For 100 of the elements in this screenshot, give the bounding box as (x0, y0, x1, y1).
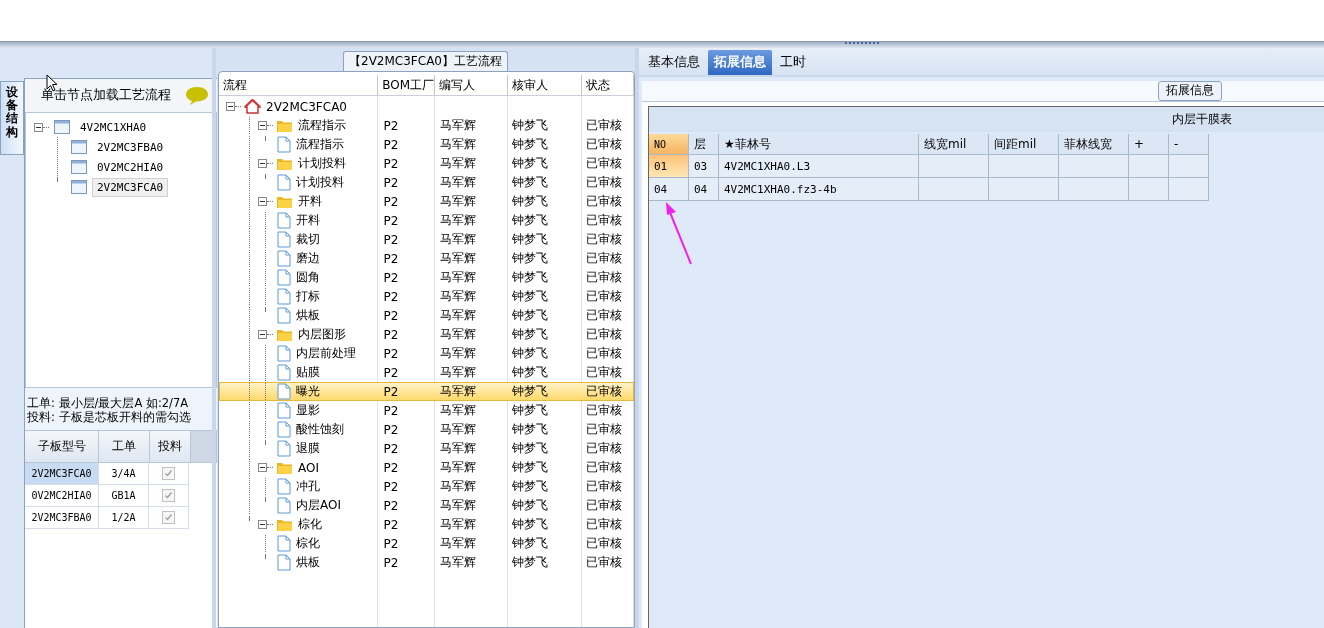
document-icon (277, 345, 291, 362)
checkbox[interactable] (162, 489, 175, 502)
collapse-icon[interactable] (258, 121, 267, 130)
table-cell[interactable]: 4V2MC1XHA0.L3 (719, 155, 919, 178)
tree-row[interactable]: 烘板 P2 马军辉 钟梦飞 已审核 (219, 553, 634, 572)
side-tab[interactable]: 设备结构 (0, 81, 24, 155)
table-cell[interactable] (1169, 155, 1209, 178)
tree-row[interactable]: 内层AOI P2 马军辉 钟梦飞 已审核 (219, 496, 634, 515)
table-cell[interactable] (989, 178, 1059, 201)
table-cell[interactable]: 0V2MC2HIA0 (25, 485, 99, 507)
tab[interactable]: 基本信息 (642, 50, 706, 75)
document-icon (277, 231, 291, 248)
column-header[interactable]: 核审人 (507, 75, 583, 95)
table-cell[interactable]: 2V2MC3FBA0 (25, 507, 99, 529)
table-cell-text: 马军辉 (438, 155, 477, 172)
tree-row[interactable]: 显影 P2 马军辉 钟梦飞 已审核 (219, 401, 634, 420)
table-cell[interactable]: 01 (649, 155, 689, 178)
table-cell[interactable] (919, 178, 989, 201)
table-cell-text: 钟梦飞 (511, 364, 550, 381)
collapse-icon[interactable] (258, 197, 267, 206)
tree-row[interactable]: 裁切 P2 马军辉 钟梦飞 已审核 (219, 230, 634, 249)
step-name: 计划投料 (298, 155, 346, 172)
document-icon (277, 402, 291, 419)
table-cell-text: 已审核 (585, 269, 624, 286)
tree-row[interactable]: 开料 P2 马军辉 钟梦飞 已审核 (219, 192, 634, 211)
table-cell[interactable]: 04 (689, 178, 719, 201)
column-header[interactable]: 状态 (582, 75, 634, 95)
column-header[interactable]: 流程 (219, 75, 379, 95)
tree-row[interactable]: 打标 P2 马军辉 钟梦飞 已审核 (219, 287, 634, 306)
document-icon (277, 174, 291, 191)
tree-row[interactable]: 2V2MC3FCA0 (219, 97, 634, 116)
table-cell[interactable]: 04 (649, 178, 689, 201)
table-cell[interactable] (1129, 178, 1169, 201)
tree-item[interactable]: 2V2MC3FCA0 (92, 177, 169, 197)
column-header[interactable]: + (1129, 134, 1169, 155)
tree-row[interactable]: 烘板 P2 马军辉 钟梦飞 已审核 (219, 306, 634, 325)
column-header[interactable]: 层 (689, 134, 719, 155)
checkbox[interactable] (162, 467, 175, 480)
table-cell[interactable] (1059, 155, 1129, 178)
tree-item[interactable]: 0V2MC2HIA0 (92, 157, 169, 177)
column-header[interactable]: 间距mil (989, 134, 1059, 155)
table-cell-text: 马军辉 (438, 193, 477, 210)
table-cell-text: P2 (382, 175, 400, 190)
table-cell-text: 马军辉 (438, 136, 477, 153)
document-icon (277, 307, 291, 324)
hint-text: 单击节点加载工艺流程 (41, 87, 171, 104)
tree-row[interactable]: 退膜 P2 马军辉 钟梦飞 已审核 (219, 439, 634, 458)
column-header[interactable]: NO (649, 134, 689, 155)
column-header[interactable]: ★菲林号 (719, 134, 919, 155)
table-cell[interactable] (1169, 178, 1209, 201)
tab[interactable]: 拓展信息 (708, 50, 772, 75)
tree-item[interactable]: 4V2MC1XHA0 (75, 117, 152, 137)
document-icon (277, 535, 291, 552)
tree-row[interactable]: 贴膜 P2 马军辉 钟梦飞 已审核 (219, 363, 634, 382)
tree-row[interactable]: 内层前处理 P2 马军辉 钟梦飞 已审核 (219, 344, 634, 363)
tree-row[interactable]: 酸性蚀刻 P2 马军辉 钟梦飞 已审核 (219, 420, 634, 439)
table-cell-text: P2 (382, 517, 400, 532)
column-header[interactable]: 线宽mil (919, 134, 989, 155)
tree-row[interactable]: 磨边 P2 马军辉 钟梦飞 已审核 (219, 249, 634, 268)
table-cell[interactable] (1059, 178, 1129, 201)
tree-row[interactable]: 曝光 P2 马军辉 钟梦飞 已审核 (219, 382, 634, 401)
note-text: 工单: 最小层/最大层A 如:2/7A (27, 396, 190, 410)
column-header[interactable]: 工单 (99, 431, 150, 463)
collapse-icon[interactable] (258, 520, 267, 529)
tree-item[interactable]: 2V2MC3FBA0 (92, 137, 169, 157)
tree-row[interactable]: 棕化 P2 马军辉 钟梦飞 已审核 (219, 515, 634, 534)
tree-row[interactable]: 开料 P2 马军辉 钟梦飞 已审核 (219, 211, 634, 230)
collapse-icon[interactable] (258, 463, 267, 472)
tree-row[interactable]: 计划投料 P2 马军辉 钟梦飞 已审核 (219, 173, 634, 192)
tree-row[interactable]: AOI P2 马军辉 钟梦飞 已审核 (219, 458, 634, 477)
collapse-icon[interactable] (226, 102, 235, 111)
tree-row[interactable]: 冲孔 P2 马军辉 钟梦飞 已审核 (219, 477, 634, 496)
table-cell[interactable]: 2V2MC3FCA0 (25, 463, 99, 485)
column-header[interactable]: 菲林线宽 (1059, 134, 1129, 155)
collapse-icon[interactable] (258, 159, 267, 168)
table-cell[interactable] (989, 155, 1059, 178)
document-icon (277, 136, 291, 153)
checkbox[interactable] (162, 511, 175, 524)
tree-row[interactable]: 流程指示 P2 马军辉 钟梦飞 已审核 (219, 116, 634, 135)
document-icon (277, 269, 291, 286)
tree-row[interactable]: 内层图形 P2 马军辉 钟梦飞 已审核 (219, 325, 634, 344)
table-cell[interactable]: 4V2MC1XHA0.fz3-4b (719, 178, 919, 201)
column-header[interactable]: 编写人 (435, 75, 508, 95)
column-header[interactable]: - (1169, 134, 1209, 155)
tree-row[interactable]: 圆角 P2 马军辉 钟梦飞 已审核 (219, 268, 634, 287)
tree-row[interactable]: 流程指示 P2 马军辉 钟梦飞 已审核 (219, 135, 634, 154)
table-cell-text: P2 (382, 536, 400, 551)
collapse-icon[interactable] (258, 330, 267, 339)
table-cell-text: P2 (382, 251, 400, 266)
column-header[interactable]: BOM工厂 (378, 75, 435, 95)
collapse-icon[interactable] (34, 122, 43, 132)
tree-row[interactable]: 棕化 P2 马军辉 钟梦飞 已审核 (219, 534, 634, 553)
tree-row[interactable]: 计划投料 P2 马军辉 钟梦飞 已审核 (219, 154, 634, 173)
table-cell-text: 马军辉 (438, 250, 477, 267)
table-cell-text: 马军辉 (438, 402, 477, 419)
table-cell[interactable] (919, 155, 989, 178)
tab[interactable]: 工时 (774, 50, 812, 75)
table-cell-text: 已审核 (585, 364, 624, 381)
table-cell[interactable] (1129, 155, 1169, 178)
table-cell[interactable]: 03 (689, 155, 719, 178)
